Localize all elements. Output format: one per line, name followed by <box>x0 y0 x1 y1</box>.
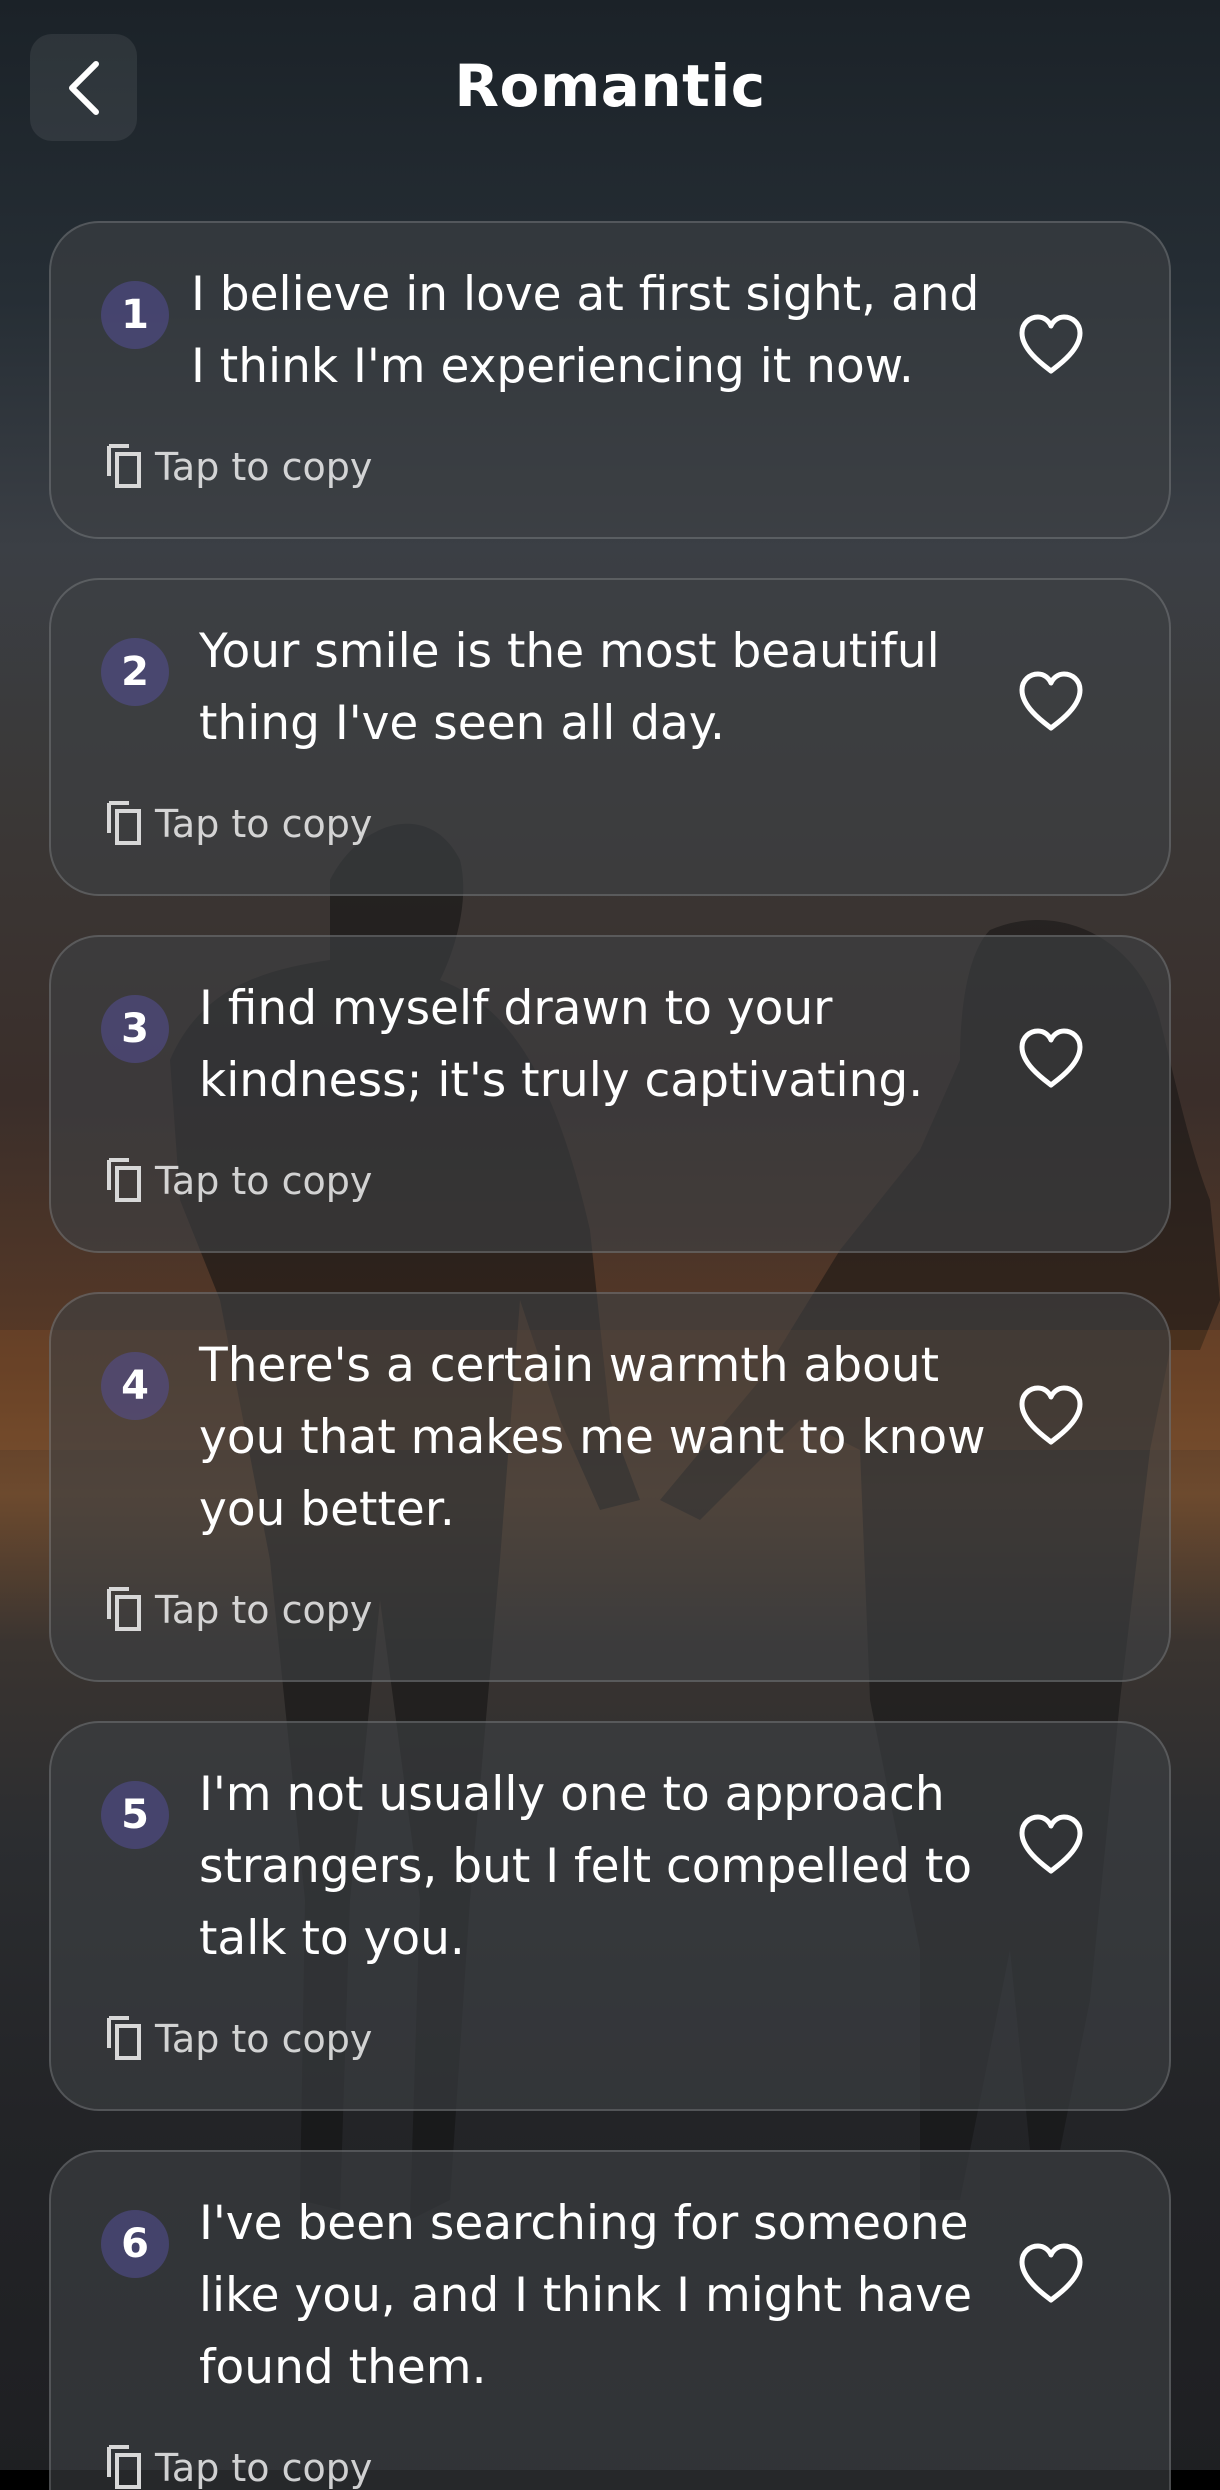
quote-card[interactable]: 2 Your smile is the most beautiful thing… <box>49 578 1171 896</box>
quote-card[interactable]: 1 I believe in love at first sight, and … <box>49 221 1171 539</box>
heart-icon[interactable] <box>1016 670 1086 734</box>
copy-label: Tap to copy <box>155 1159 373 1203</box>
heart-icon[interactable] <box>1016 1384 1086 1448</box>
tap-to-copy[interactable]: Tap to copy <box>103 2443 372 2490</box>
heart-icon[interactable] <box>1016 1813 1086 1877</box>
copy-label: Tap to copy <box>155 445 373 489</box>
quote-number-badge: 6 <box>101 2210 169 2278</box>
copy-icon <box>107 2445 141 2489</box>
tap-to-copy[interactable]: Tap to copy <box>103 442 372 492</box>
copy-label: Tap to copy <box>155 2446 373 2490</box>
tap-to-copy[interactable]: Tap to copy <box>103 1156 372 1206</box>
quote-number-badge: 5 <box>101 1781 169 1849</box>
quote-number-badge: 4 <box>101 1352 169 1420</box>
quote-text[interactable]: There's a certain warmth about you that … <box>199 1330 1029 1546</box>
copy-icon <box>107 1158 141 1202</box>
tap-to-copy[interactable]: Tap to copy <box>103 1585 372 1635</box>
heart-icon[interactable] <box>1016 313 1086 377</box>
quote-number-badge: 2 <box>101 638 169 706</box>
quote-card[interactable]: 5 I'm not usually one to approach strang… <box>49 1721 1171 2111</box>
copy-label: Tap to copy <box>155 802 373 846</box>
quote-text[interactable]: I've been searching for someone like you… <box>199 2188 1029 2404</box>
tap-to-copy[interactable]: Tap to copy <box>103 2014 372 2064</box>
copy-icon <box>107 2016 141 2060</box>
heart-icon[interactable] <box>1016 2242 1086 2306</box>
quote-text[interactable]: Your smile is the most beautiful thing I… <box>199 616 1029 760</box>
quote-card[interactable]: 6 I've been searching for someone like y… <box>49 2150 1171 2490</box>
quote-number-badge: 1 <box>101 281 169 349</box>
quote-card[interactable]: 3 I find myself drawn to your kindness; … <box>49 935 1171 1253</box>
page-title: Romantic <box>454 52 766 120</box>
copy-icon <box>107 1587 141 1631</box>
copy-icon <box>107 444 141 488</box>
quote-text[interactable]: I believe in love at first sight, and I … <box>191 259 1021 403</box>
copy-icon <box>107 801 141 845</box>
quote-number-badge: 3 <box>101 995 169 1063</box>
copy-label: Tap to copy <box>155 2017 373 2061</box>
quote-text[interactable]: I find myself drawn to your kindness; it… <box>199 973 1029 1117</box>
heart-icon[interactable] <box>1016 1027 1086 1091</box>
quote-card[interactable]: 4 There's a certain warmth about you tha… <box>49 1292 1171 1682</box>
copy-label: Tap to copy <box>155 1588 373 1632</box>
tap-to-copy[interactable]: Tap to copy <box>103 799 372 849</box>
quote-text[interactable]: I'm not usually one to approach stranger… <box>199 1759 1029 1975</box>
